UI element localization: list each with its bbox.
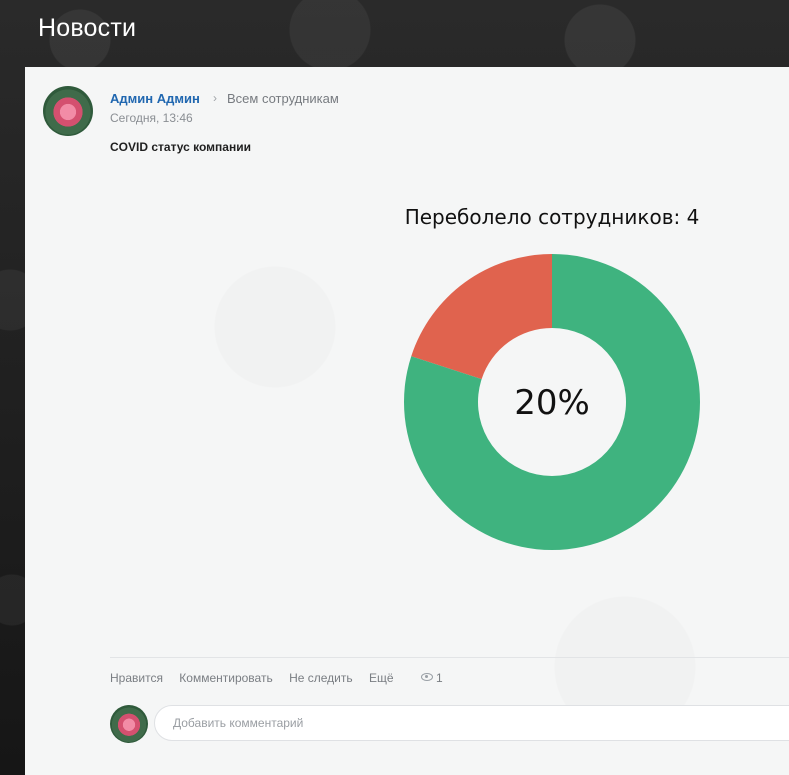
views-counter: 1 (421, 671, 443, 685)
more-button[interactable]: Ещё (369, 671, 394, 685)
current-user-avatar (110, 705, 148, 743)
eye-icon (421, 673, 433, 681)
comment-input[interactable] (154, 705, 789, 741)
comment-button[interactable]: Комментировать (179, 671, 272, 685)
unfollow-button[interactable]: Не следить (289, 671, 353, 685)
news-post-card: Админ Админ › Всем сотрудникам Сегодня, … (25, 67, 789, 775)
views-count: 1 (436, 671, 443, 685)
divider (110, 657, 789, 658)
chart-center-label: 20% (514, 383, 590, 423)
post-actions: Нравится Комментировать Не следить Ещё (110, 671, 407, 685)
like-button[interactable]: Нравится (110, 671, 163, 685)
page-title: Новости (38, 14, 137, 42)
donut-chart: Переболело сотрудников: 4 20% (404, 205, 700, 550)
chart-title: Переболело сотрудников: 4 (405, 205, 700, 229)
chart-slice-0 (411, 254, 552, 380)
